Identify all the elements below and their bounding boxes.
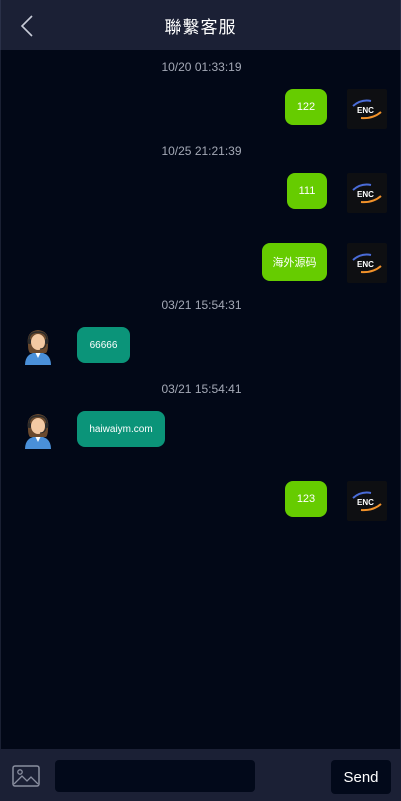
page-title: 聯繫客服 [164, 17, 237, 37]
message-composer: Send [0, 749, 401, 801]
chat-header: 聯繫客服 [0, 0, 401, 50]
outgoing-message-bubble: 海外源码 [262, 243, 327, 281]
chat-area[interactable]: 10/20 01:33:19 122 ENC 10/25 21:21:39 11… [0, 50, 401, 749]
chevron-left-icon [20, 15, 33, 37]
enc-logo-icon: ENC [352, 253, 382, 274]
send-button[interactable]: Send [331, 760, 391, 794]
incoming-message-bubble: 66666 [77, 327, 130, 363]
message-timestamp: 10/20 01:33:19 [161, 60, 242, 74]
svg-text:ENC: ENC [357, 260, 374, 269]
agent-avatar [21, 411, 55, 449]
user-avatar: ENC [347, 243, 387, 283]
support-agent-icon [25, 330, 51, 365]
user-avatar: ENC [347, 173, 387, 213]
svg-text:ENC: ENC [357, 106, 374, 115]
support-agent-icon [25, 414, 51, 449]
enc-logo-icon: ENC [352, 183, 382, 204]
svg-text:ENC: ENC [357, 190, 374, 199]
message-timestamp: 03/21 15:54:41 [161, 382, 242, 396]
incoming-message-bubble: haiwaiym.com [77, 411, 165, 447]
user-avatar: ENC [347, 481, 387, 521]
message-timestamp: 10/25 21:21:39 [161, 144, 242, 158]
enc-logo-icon: ENC [352, 99, 382, 120]
outgoing-message-bubble: 123 [285, 481, 327, 517]
enc-logo-icon: ENC [352, 491, 382, 512]
image-icon [12, 765, 40, 787]
back-button[interactable] [15, 13, 39, 39]
image-upload-button[interactable] [12, 765, 40, 787]
message-input[interactable] [55, 760, 255, 792]
user-avatar: ENC [347, 89, 387, 129]
agent-avatar [21, 327, 55, 365]
outgoing-message-bubble: 122 [285, 89, 327, 125]
message-timestamp: 03/21 15:54:31 [161, 298, 242, 312]
outgoing-message-bubble: 111 [287, 173, 327, 209]
svg-text:ENC: ENC [357, 498, 374, 507]
